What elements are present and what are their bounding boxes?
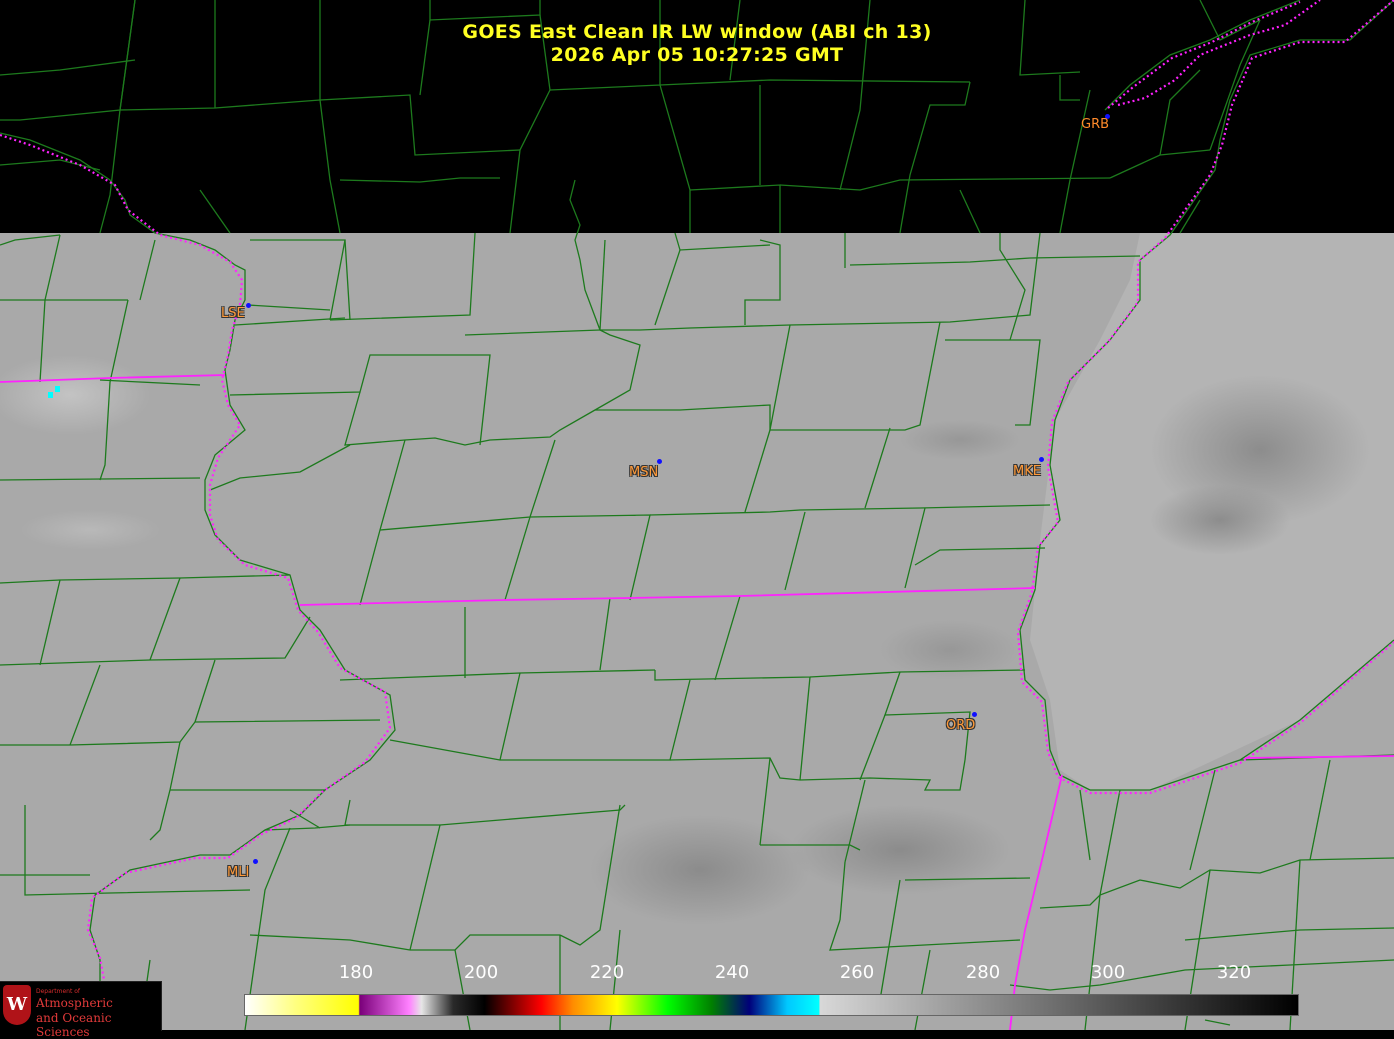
- cloud-patch-south: [590, 815, 810, 925]
- colorbar-tick-label: 280: [965, 962, 1001, 983]
- timestamp: 2026 Apr 05 10:27:25 GMT: [550, 44, 844, 66]
- station-label: MLI: [227, 865, 250, 880]
- colorbar-tick-label: 300: [1090, 962, 1126, 983]
- logo-dept-text: Department of: [36, 988, 80, 995]
- colorbar-tick-label: 260: [839, 962, 875, 983]
- logo-line2: and Oceanic Sciences: [36, 1011, 112, 1039]
- product-title: GOES East Clean IR LW window (ABI ch 13): [462, 21, 932, 43]
- satellite-image-viewer: GOES East Clean IR LW window (ABI ch 13)…: [0, 0, 1394, 1039]
- colorbar-tick-label: 320: [1216, 962, 1252, 983]
- station-label: ORD: [946, 718, 976, 733]
- station-label: MKE: [1013, 464, 1041, 479]
- colorbar-tick-label: 180: [338, 962, 374, 983]
- station-label: GRB: [1081, 117, 1110, 132]
- uw-crest-icon: W: [3, 985, 31, 1025]
- station-marker: [657, 459, 662, 464]
- aos-logo: W Department of Atmospheric and Oceanic …: [0, 981, 162, 1039]
- logo-line1: Atmospheric: [36, 996, 113, 1010]
- colorbar-tick-label: 200: [463, 962, 499, 983]
- cloud-patch-lake-2: [1150, 485, 1290, 555]
- station-marker: [253, 859, 258, 864]
- colorbar-tick-label: 240: [714, 962, 750, 983]
- station-label: MSN: [629, 465, 659, 480]
- cyan-pixel-2: [55, 386, 60, 392]
- station-marker: [972, 712, 977, 717]
- temperature-colorbar: [244, 994, 1299, 1016]
- station-marker: [1039, 457, 1044, 462]
- warm-patch-ia: [20, 510, 160, 550]
- colorbar-tick-label: 220: [589, 962, 625, 983]
- station-label: LSE: [221, 306, 245, 321]
- cyan-pixel: [48, 392, 53, 398]
- station-marker: [246, 303, 251, 308]
- ir-satellite-map: [0, 0, 1394, 1030]
